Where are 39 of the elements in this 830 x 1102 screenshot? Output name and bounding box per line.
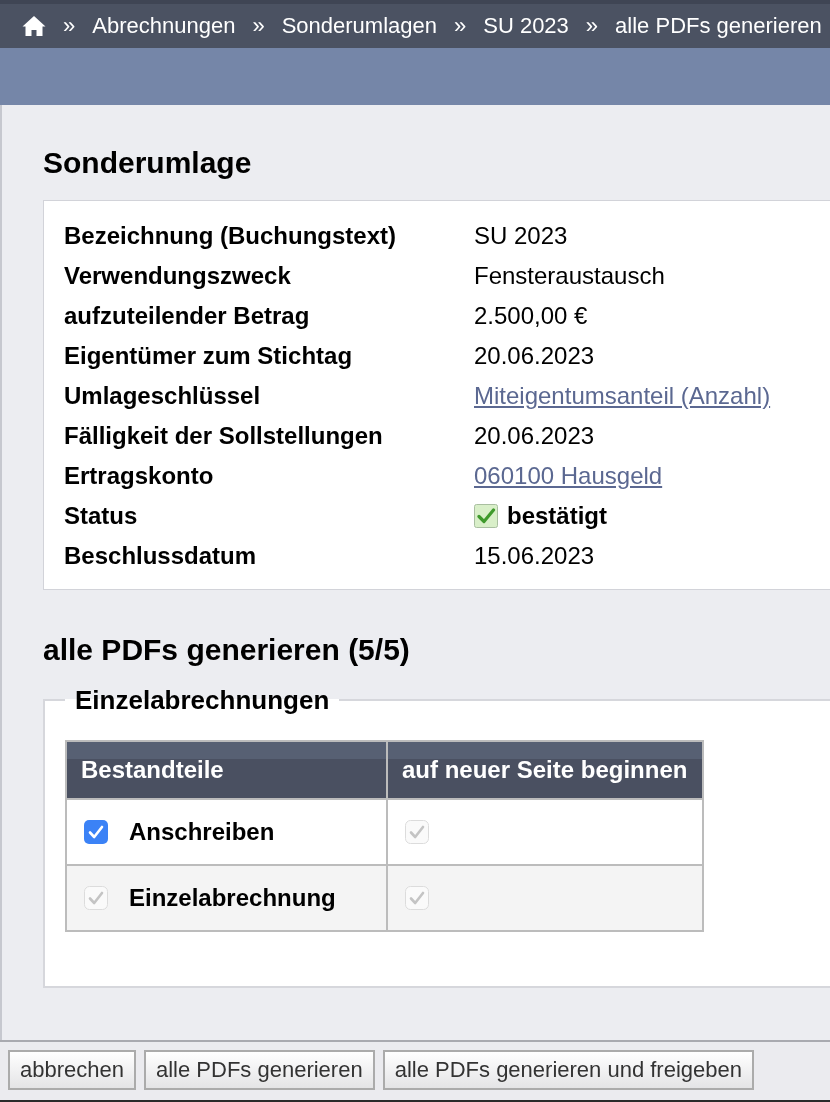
field-value: 15.06.2023 (474, 542, 595, 570)
breadcrumb-separator: » (63, 13, 76, 39)
field-label: Umlageschlüssel (64, 382, 261, 410)
section-title: Sonderumlage (43, 145, 253, 181)
breadcrumb-link[interactable]: SU 2023 (483, 13, 569, 39)
column-header: Bestandteile (66, 741, 387, 799)
check-icon (474, 504, 498, 528)
field-label: Eigentümer zum Stichtag (64, 342, 353, 370)
breadcrumb-separator: » (585, 13, 599, 39)
field-link[interactable]: 060100 Hausgeld (474, 462, 663, 490)
field-label: Fälligkeit der Sollstellungen (64, 422, 383, 450)
checkbox[interactable] (84, 820, 108, 844)
field-link[interactable]: Miteigentumsanteil (Anzahl) (474, 382, 771, 410)
action-button[interactable]: alle PDFs generieren und freigeben (382, 1050, 754, 1090)
status-value: bestätigt (507, 502, 607, 530)
field-value: 2.500,00 € (474, 302, 588, 330)
action-button[interactable]: alle PDFs generieren (144, 1050, 375, 1090)
field-label: Status (64, 502, 138, 530)
field-label: Verwendungszweck (64, 262, 291, 290)
field-label: aufzuteilender Betrag (64, 302, 310, 330)
component-label: Anschreiben (129, 818, 275, 846)
field-label: Beschlussdatum (64, 542, 257, 570)
breadcrumb-separator: » (453, 13, 467, 39)
breadcrumb-separator: » (252, 13, 265, 39)
field-value: SU 2023 (474, 222, 568, 250)
field-value: Fensteraustausch (474, 262, 665, 290)
field-value: 20.06.2023 (474, 422, 595, 450)
action-button[interactable]: abbrechen (8, 1050, 136, 1090)
breadcrumb-link[interactable]: alle PDFs generieren (615, 13, 822, 39)
field-label: Ertragskonto (64, 462, 214, 490)
section-title: alle PDFs generieren (5/5) (43, 632, 411, 668)
column-header: auf neuer Seite beginnen (387, 741, 703, 799)
home-icon[interactable] (22, 15, 46, 37)
breadcrumb-link[interactable]: Sonderumlagen (281, 13, 437, 39)
field-value: 20.06.2023 (474, 342, 595, 370)
component-label: Einzelabrechnung (129, 884, 336, 912)
breadcrumb-link[interactable]: Abrechnungen (92, 13, 236, 39)
fieldset-legend: Einzelabrechnungen (65, 685, 340, 715)
field-label: Bezeichnung (Buchungstext) (64, 222, 396, 250)
